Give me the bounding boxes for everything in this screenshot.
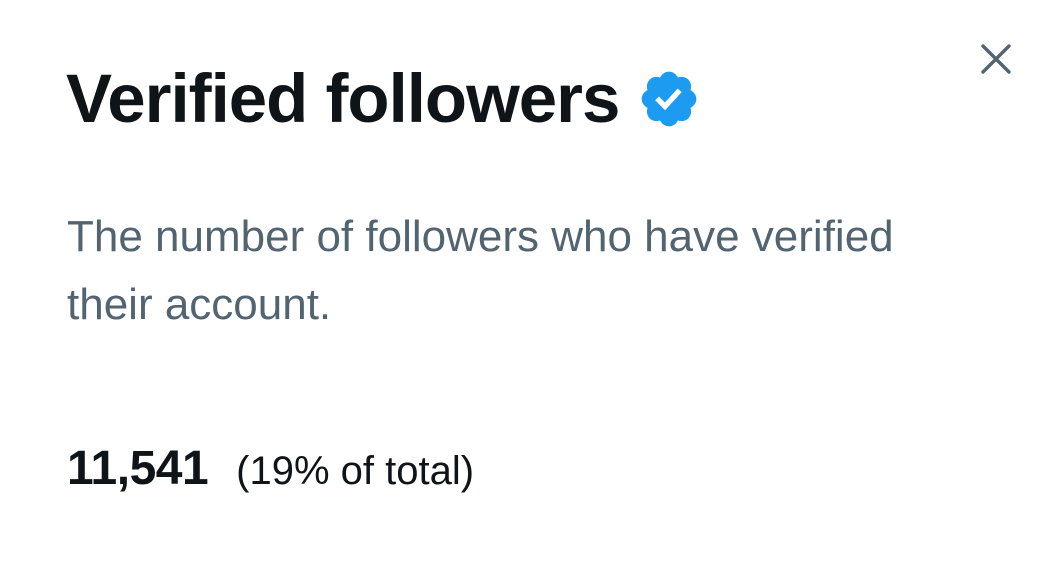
dialog-description: The number of followers who have verifie… xyxy=(67,212,894,329)
dialog-title: Verified followers xyxy=(66,60,620,137)
title-row: Verified followers xyxy=(66,64,701,133)
verified-followers-dialog: Verified followers The number of followe… xyxy=(0,0,1061,568)
percent-of-total: (19% of total) xyxy=(236,449,475,493)
stat-row: 11,541 (19% of total) xyxy=(67,441,474,496)
verified-follower-count: 11,541 xyxy=(67,442,209,495)
verified-badge-icon xyxy=(637,67,701,131)
close-icon xyxy=(981,44,1011,74)
close-button[interactable] xyxy=(972,35,1020,83)
